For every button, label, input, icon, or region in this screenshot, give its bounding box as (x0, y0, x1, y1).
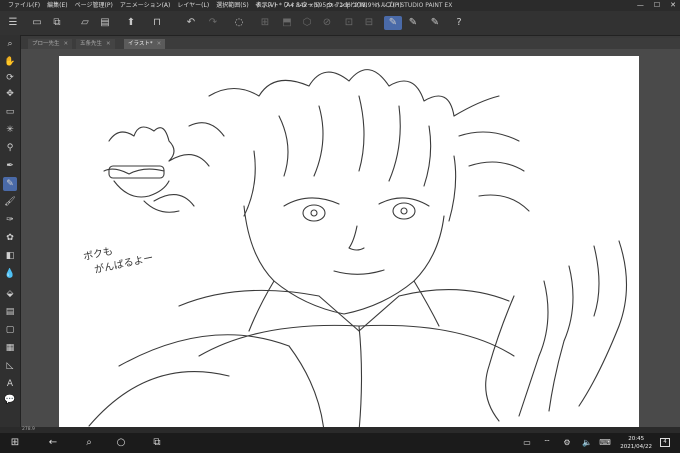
new-file-icon[interactable]: ▭ (30, 16, 44, 30)
export-icon[interactable]: ⬆ (124, 16, 138, 30)
task-view-icon[interactable]: ⧉ (150, 436, 164, 450)
back-arrow-icon[interactable]: ← (46, 436, 60, 450)
gradient-icon[interactable]: ▤ (3, 305, 17, 319)
text-icon[interactable]: A (3, 377, 17, 391)
airbrush-icon[interactable]: ✑ (3, 213, 17, 227)
fill-bucket-icon[interactable]: ⬙ (3, 287, 17, 301)
figure-icon[interactable]: ▢ (3, 323, 17, 337)
rotate-icon[interactable]: ⟳ (3, 71, 17, 85)
clock[interactable]: 20:45 2021/04/22 (620, 435, 652, 451)
clear-icon[interactable]: ⊞ (258, 16, 272, 30)
windows-taskbar: ⊞ ← ⌕ ○ ⧉ ▭ ⌔ ⚙ 🔈 ⌨ 20:45 2021/04/22 4 (0, 433, 680, 453)
open-folder-icon[interactable]: ▱ (78, 16, 92, 30)
brush-icon[interactable]: 🖌 (3, 195, 17, 209)
battery-icon[interactable]: ▭ (520, 436, 534, 450)
volume-icon[interactable]: 🔈 (580, 436, 594, 450)
select-rect-icon[interactable]: ▭ (3, 105, 17, 119)
search-icon[interactable]: ⌕ (82, 436, 96, 450)
tab-close-icon[interactable]: ✕ (157, 41, 162, 47)
stabilization-1-icon[interactable]: ✎ (384, 16, 402, 30)
hand-icon[interactable]: ✋ (3, 55, 17, 69)
window-title: イラスト* (A4 842 x 595px 72dpi 278.9%) - CL… (255, 2, 453, 9)
tab-label: 五条先生 (80, 41, 103, 47)
zoom-icon[interactable]: ⌕ (3, 37, 17, 51)
save-icon[interactable]: ▤ (98, 16, 112, 30)
settings-icon[interactable]: ⚙ (560, 436, 574, 450)
stabilization-2-icon[interactable]: ✎ (406, 16, 420, 30)
invert-selection-icon[interactable]: ⊟ (362, 16, 376, 30)
notification-icon[interactable]: 4 (660, 438, 670, 447)
title-bar: ファイル(F) 編集(E) ページ管理(P) アニメーション(A) レイヤー(L… (0, 0, 680, 11)
ruler-icon[interactable]: ◺ (3, 359, 17, 373)
minimize-button[interactable]: — (637, 0, 644, 11)
move-icon[interactable]: ✥ (3, 87, 17, 101)
command-bar: ☰ ▭ ⧉ ▱ ▤ ⬆ ⊓ ↶ ↷ ◌ ⊞ ⬒ ⬡ ⊘ ⊡ ⊟ ✎ ✎ ✎ ? (0, 11, 680, 36)
new-page-icon[interactable]: ⧉ (50, 16, 64, 30)
eraser-icon[interactable]: ◧ (3, 249, 17, 263)
tool-palette: ⌕ ✋ ⟳ ✥ ▭ ✳ ⚲ ✒ ✎ 🖌 ✑ ✿ ◧ 💧 ⬙ ▤ ▢ ▦ ◺ A … (0, 35, 21, 449)
zoom-readout: 278.9 (22, 427, 35, 432)
blend-icon[interactable]: 💧 (3, 267, 17, 281)
balloon-icon[interactable]: 💬 (3, 393, 17, 407)
menu-selection[interactable]: 選択範囲(S) (216, 0, 249, 11)
clock-time: 20:45 (628, 436, 645, 442)
tab-label: プロ一先生 (32, 41, 60, 47)
close-button[interactable]: ✕ (670, 0, 676, 11)
pencil-icon[interactable]: ✎ (3, 177, 17, 191)
menu-file[interactable]: ファイル(F) (8, 0, 40, 11)
help-icon[interactable]: ? (452, 16, 466, 30)
tray-icon[interactable]: ⊓ (150, 16, 164, 30)
menu-animation[interactable]: アニメーション(A) (120, 0, 171, 11)
tab-document-3[interactable]: イラスト* ✕ (124, 39, 166, 49)
menu-page[interactable]: ページ管理(P) (75, 0, 113, 11)
crop-icon[interactable]: ⊡ (342, 16, 356, 30)
transform-icon[interactable]: ⬡ (300, 16, 314, 30)
menu-layer[interactable]: レイヤー(L) (177, 0, 209, 11)
fill-icon[interactable]: ⬒ (280, 16, 294, 30)
magic-wand-icon[interactable]: ✳ (3, 123, 17, 137)
menu-edit[interactable]: 編集(E) (47, 0, 67, 11)
drawing-canvas[interactable]: ボクも がんばるよー (59, 56, 639, 427)
tab-label: イラスト* (128, 41, 153, 47)
cortana-icon[interactable]: ○ (114, 436, 128, 450)
undo-icon[interactable]: ↶ (184, 16, 198, 30)
tab-document-1[interactable]: プロ一先生 ✕ (28, 39, 73, 49)
hamburger-menu-icon[interactable]: ☰ (6, 16, 20, 30)
window-controls: — ☐ ✕ (637, 0, 676, 11)
tab-close-icon[interactable]: ✕ (64, 41, 69, 47)
canvas-workspace[interactable]: ボクも がんばるよー (21, 49, 680, 427)
document-tabs: プロ一先生 ✕ 五条先生 ✕ イラスト* ✕ (28, 38, 680, 49)
maximize-button[interactable]: ☐ (654, 0, 660, 11)
selection-icon[interactable]: ◌ (232, 16, 246, 30)
keyboard-icon[interactable]: ⌨ (598, 436, 612, 450)
pen-icon[interactable]: ✒ (3, 159, 17, 173)
frame-icon[interactable]: ▦ (3, 341, 17, 355)
decoration-icon[interactable]: ✿ (3, 231, 17, 245)
deselect-icon[interactable]: ⊘ (320, 16, 334, 30)
clock-date: 2021/04/22 (620, 444, 652, 450)
wifi-icon[interactable]: ⌔ (540, 436, 554, 450)
windows-start-icon[interactable]: ⊞ (8, 436, 22, 450)
stabilization-3-icon[interactable]: ✎ (428, 16, 442, 30)
tab-document-2[interactable]: 五条先生 ✕ (76, 39, 115, 49)
eyedropper-icon[interactable]: ⚲ (3, 141, 17, 155)
redo-icon[interactable]: ↷ (206, 16, 220, 30)
tab-close-icon[interactable]: ✕ (106, 41, 111, 47)
